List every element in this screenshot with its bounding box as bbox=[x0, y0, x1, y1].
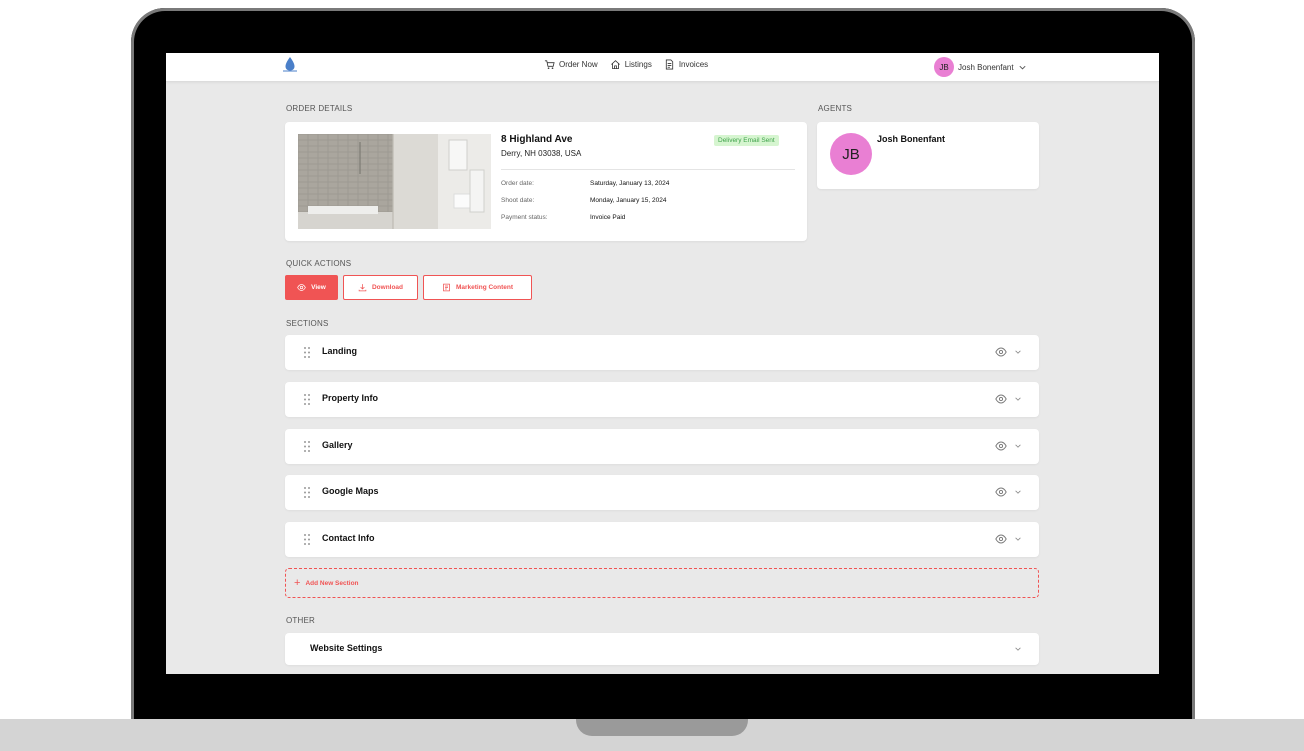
section-row-property-info[interactable]: Property Info bbox=[285, 382, 1039, 417]
sections-heading: SECTIONS bbox=[286, 319, 329, 328]
section-title: Gallery bbox=[322, 440, 353, 450]
nav-invoices-label: Invoices bbox=[678, 60, 709, 69]
property-photo[interactable] bbox=[298, 134, 491, 229]
add-new-section-label: Add New Section bbox=[305, 579, 359, 587]
eye-icon[interactable] bbox=[995, 346, 1007, 358]
nav-listings[interactable]: Listings bbox=[610, 59, 652, 70]
payment-status-value: Invoice Paid bbox=[590, 214, 626, 221]
app-screen: Order Now Listings Invoices JB Josh Bone… bbox=[166, 53, 1159, 674]
section-title: Property Info bbox=[322, 393, 379, 403]
top-navigation: Order Now Listings Invoices JB Josh Bone… bbox=[166, 53, 1159, 82]
section-title: Landing bbox=[322, 346, 357, 356]
chevron-down-icon[interactable] bbox=[1014, 535, 1022, 543]
chevron-down-icon[interactable] bbox=[1014, 442, 1022, 450]
eye-icon[interactable] bbox=[995, 440, 1007, 452]
nav-order-now[interactable]: Order Now bbox=[544, 59, 598, 70]
agents-heading: AGENTS bbox=[818, 104, 853, 113]
house-icon bbox=[610, 60, 620, 70]
user-menu[interactable]: JB Josh Bonenfant bbox=[934, 57, 1027, 77]
property-address-line1: 8 Highland Ave bbox=[501, 134, 573, 145]
section-row-gallery[interactable]: Gallery bbox=[285, 429, 1039, 464]
payment-status-label: Payment status: bbox=[501, 214, 548, 221]
drag-handle-icon[interactable] bbox=[303, 486, 311, 499]
order-details-card: 8 Highland Ave Derry, NH 03038, USA Deli… bbox=[285, 122, 807, 241]
quick-actions-heading: QUICK ACTIONS bbox=[286, 259, 352, 268]
marketing-content-button[interactable]: Marketing Content bbox=[423, 275, 532, 300]
section-title: Google Maps bbox=[322, 486, 379, 496]
marketing-icon bbox=[443, 283, 450, 292]
nav-links: Order Now Listings Invoices bbox=[544, 59, 708, 70]
shoot-date-value: Monday, January 15, 2024 bbox=[590, 197, 667, 204]
property-address-line2: Derry, NH 03038, USA bbox=[501, 149, 582, 158]
section-row-google-maps[interactable]: Google Maps bbox=[285, 475, 1039, 510]
eye-icon[interactable] bbox=[995, 393, 1007, 405]
document-icon bbox=[665, 59, 673, 70]
drag-handle-icon[interactable] bbox=[303, 393, 311, 406]
plus-icon: + bbox=[294, 576, 301, 589]
bathroom-photo bbox=[298, 134, 491, 229]
drag-handle-icon[interactable] bbox=[303, 440, 311, 453]
marketing-content-button-label: Marketing Content bbox=[455, 284, 514, 291]
chevron-down-icon[interactable] bbox=[1014, 488, 1022, 496]
eye-icon[interactable] bbox=[995, 533, 1007, 545]
website-settings-row[interactable]: Website Settings bbox=[285, 633, 1039, 665]
order-date-label: Order date: bbox=[501, 180, 534, 187]
laptop-notch bbox=[576, 719, 748, 736]
delivery-status-badge: Delivery Email Sent bbox=[714, 135, 779, 146]
droplet-logo-icon bbox=[283, 57, 297, 72]
other-heading: OTHER bbox=[286, 616, 315, 625]
brand-logo[interactable] bbox=[280, 56, 300, 78]
agent-card[interactable]: JB Josh Bonenfant bbox=[817, 122, 1039, 189]
download-icon bbox=[358, 284, 367, 292]
chevron-down-icon bbox=[1019, 65, 1026, 69]
user-avatar: JB bbox=[934, 57, 954, 77]
chevron-down-icon[interactable] bbox=[1014, 645, 1022, 653]
drag-handle-icon[interactable] bbox=[303, 346, 311, 359]
cart-icon bbox=[544, 60, 555, 69]
download-button[interactable]: Download bbox=[343, 275, 418, 300]
view-button[interactable]: View bbox=[285, 275, 338, 300]
nav-listings-label: Listings bbox=[624, 60, 652, 69]
nav-invoices[interactable]: Invoices bbox=[664, 59, 708, 70]
eye-icon[interactable] bbox=[995, 486, 1007, 498]
agent-name: Josh Bonenfant bbox=[877, 134, 946, 144]
shoot-date-label: Shoot date: bbox=[501, 197, 535, 204]
section-row-landing[interactable]: Landing bbox=[285, 335, 1039, 370]
chevron-down-icon[interactable] bbox=[1014, 348, 1022, 356]
order-date-value: Saturday, January 13, 2024 bbox=[590, 180, 670, 187]
order-details-heading: ORDER DETAILS bbox=[286, 104, 353, 113]
chevron-down-icon[interactable] bbox=[1014, 395, 1022, 403]
details-divider bbox=[501, 169, 795, 170]
drag-handle-icon[interactable] bbox=[303, 533, 311, 546]
add-new-section-button[interactable]: + Add New Section bbox=[285, 568, 1039, 598]
download-button-label: Download bbox=[371, 284, 404, 291]
view-button-label: View bbox=[311, 284, 326, 291]
section-title: Contact Info bbox=[322, 533, 375, 543]
section-row-contact-info[interactable]: Contact Info bbox=[285, 522, 1039, 557]
nav-order-now-label: Order Now bbox=[559, 60, 598, 69]
user-name: Josh Bonenfant bbox=[958, 62, 1014, 72]
eye-icon bbox=[297, 284, 306, 291]
website-settings-title: Website Settings bbox=[310, 643, 383, 653]
agent-avatar: JB bbox=[830, 133, 872, 175]
